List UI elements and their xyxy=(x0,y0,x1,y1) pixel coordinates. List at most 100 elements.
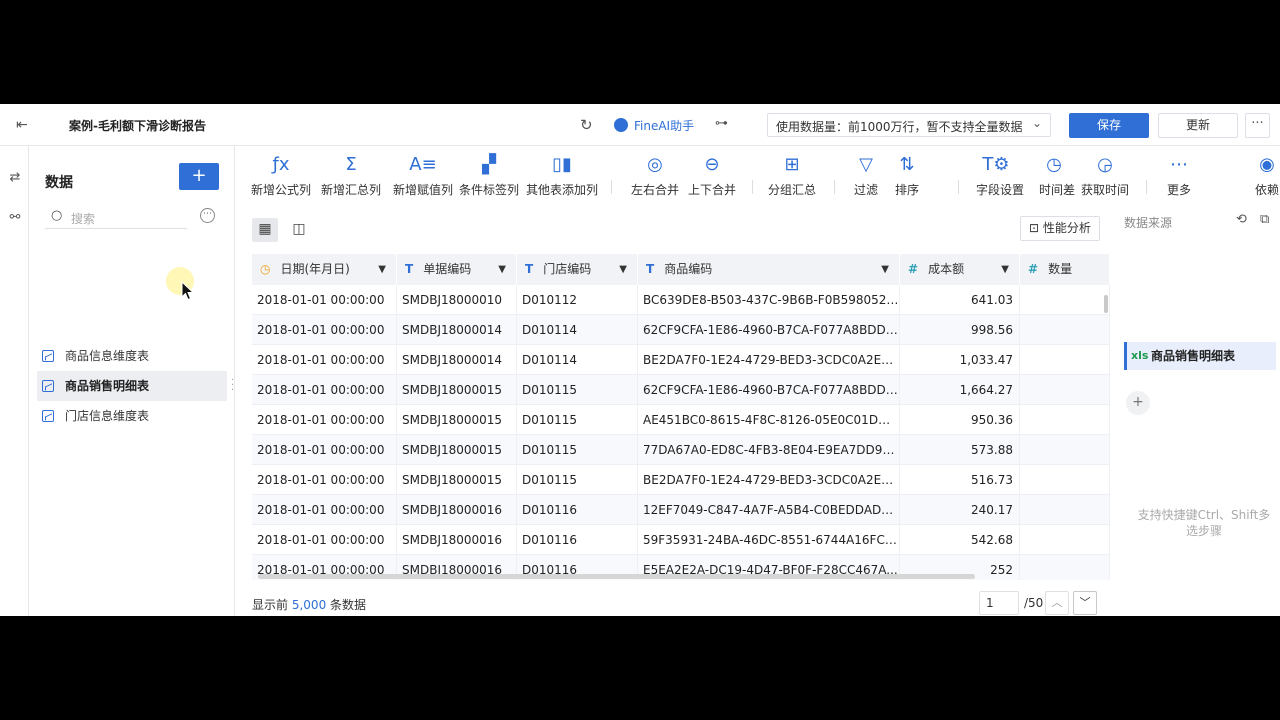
table-cell[interactable]: 641.03 xyxy=(900,285,1020,315)
table-cell[interactable] xyxy=(1020,435,1110,465)
column-header[interactable]: T 单据编码 ▼ xyxy=(397,254,517,285)
toolbar-fx-button[interactable]: ƒx 新增公式列 xyxy=(248,153,314,198)
save-button[interactable]: 保存 xyxy=(1069,113,1149,138)
table-cell[interactable]: SMDBJ18000014 xyxy=(397,315,517,345)
grid-view-icon[interactable]: ▦ xyxy=(252,218,278,242)
caret-down-icon[interactable]: ▼ xyxy=(881,254,889,285)
toolbar-add-column-button[interactable]: ▯▮ 其他表添加列 xyxy=(526,153,598,198)
add-step-button[interactable]: + xyxy=(1126,391,1150,415)
table-cell[interactable]: SMDBJ18000014 xyxy=(397,345,517,375)
add-data-button[interactable]: + xyxy=(179,163,219,190)
table-cell[interactable]: SMDBJ18000010 xyxy=(397,285,517,315)
table-cell[interactable]: 2018-01-01 00:00:00 xyxy=(252,315,397,345)
toolbar-time-diff-button[interactable]: ◷ 时间差 xyxy=(1039,153,1075,198)
table-cell[interactable]: 2018-01-01 00:00:00 xyxy=(252,285,397,315)
table-cell[interactable]: 62CF9CFA-1E86-4960-B7CA-F077A8BDD5... xyxy=(638,375,900,405)
table-cell[interactable]: 1,033.47 xyxy=(900,345,1020,375)
table-cell[interactable] xyxy=(1020,495,1110,525)
table-cell[interactable]: 12EF7049-C847-4A7F-A5B4-C0BEDDADA... xyxy=(638,495,900,525)
table-cell[interactable]: D010115 xyxy=(517,465,638,495)
layout-view-icon[interactable]: ◫ xyxy=(286,218,312,242)
toolbar-assign-button[interactable]: A≡ 新增赋值列 xyxy=(389,153,457,198)
table-cell[interactable]: D010114 xyxy=(517,315,638,345)
toolbar-more-button[interactable]: ⋯ 更多 xyxy=(1164,153,1194,198)
table-cell[interactable]: BE2DA7F0-1E24-4729-BED3-3CDC0A2E4... xyxy=(638,465,900,495)
table-cell[interactable]: 2018-01-01 00:00:00 xyxy=(252,465,397,495)
history-icon[interactable]: ⟲ xyxy=(1236,212,1247,227)
table-cell[interactable]: SMDBJ18000016 xyxy=(397,495,517,525)
table-cell[interactable]: 2018-01-01 00:00:00 xyxy=(252,375,397,405)
table-cell[interactable]: SMDBJ18000015 xyxy=(397,435,517,465)
data-source-step[interactable]: xls 商品销售明细表 xyxy=(1124,342,1276,370)
toolbar-merge-tb-button[interactable]: ⊖ 上下合并 xyxy=(687,153,737,198)
table-cell[interactable] xyxy=(1020,345,1110,375)
table-cell[interactable]: D010114 xyxy=(517,345,638,375)
column-header[interactable]: # 数量 xyxy=(1020,254,1110,285)
table-cell[interactable]: 542.68 xyxy=(900,525,1020,555)
performance-analysis-button[interactable]: ⊡ 性能分析 xyxy=(1020,216,1100,241)
table-cell[interactable] xyxy=(1020,375,1110,405)
table-cell[interactable]: 1,664.27 xyxy=(900,375,1020,405)
column-header[interactable]: # 成本额 ▼ xyxy=(900,254,1020,285)
caret-down-icon[interactable]: ▼ xyxy=(498,254,506,285)
table-cell[interactable]: 2018-01-01 00:00:00 xyxy=(252,405,397,435)
table-cell[interactable]: 950.36 xyxy=(900,405,1020,435)
table-cell[interactable]: AE451BC0-8615-4F8C-8126-05E0C01DDF24 xyxy=(638,405,900,435)
table-cell[interactable] xyxy=(1020,285,1110,315)
table-cell[interactable]: 573.88 xyxy=(900,435,1020,465)
toolbar-group-summary-button[interactable]: ⊞ 分组汇总 xyxy=(767,153,817,198)
table-cell[interactable]: D010115 xyxy=(517,405,638,435)
toolbar-condition-label-button[interactable]: ▞ 条件标签列 xyxy=(456,153,522,198)
table-cell[interactable]: D010116 xyxy=(517,525,638,555)
caret-down-icon[interactable]: ▼ xyxy=(1001,254,1009,285)
panel-resize-handle[interactable]: · · · xyxy=(231,376,234,396)
caret-down-icon[interactable]: ▼ xyxy=(378,254,386,285)
exit-icon[interactable]: ⇤ xyxy=(16,117,32,133)
fineai-button[interactable]: FineAI助手 xyxy=(614,117,694,134)
refresh-icon[interactable]: ↻ xyxy=(580,116,593,134)
table-cell[interactable]: D010115 xyxy=(517,375,638,405)
table-cell[interactable]: 516.73 xyxy=(900,465,1020,495)
toolbar-field-settings-button[interactable]: T⚙ 字段设置 xyxy=(976,153,1024,198)
table-cell[interactable]: 240.17 xyxy=(900,495,1020,525)
more-button[interactable]: ··· xyxy=(1245,113,1270,138)
table-cell[interactable]: SMDBJ18000015 xyxy=(397,405,517,435)
page-up-button[interactable]: ︿ xyxy=(1045,591,1069,615)
toolbar-sigma-button[interactable]: Σ 新增汇总列 xyxy=(319,153,383,198)
column-header[interactable]: T 门店编码 ▼ xyxy=(517,254,638,285)
toolbar-filter-button[interactable]: ▽ 过滤 xyxy=(851,153,881,198)
caret-down-icon[interactable]: ▼ xyxy=(619,254,627,285)
column-header[interactable]: T 商品编码 ▼ xyxy=(638,254,900,285)
update-button[interactable]: 更新 xyxy=(1158,113,1238,138)
table-cell[interactable] xyxy=(1020,405,1110,435)
table-cell[interactable]: 62CF9CFA-1E86-4960-B7CA-F077A8BDD5... xyxy=(638,315,900,345)
collapse-panel-icon[interactable]: ⧉ xyxy=(1260,212,1269,227)
horizontal-scrollbar[interactable] xyxy=(258,574,975,579)
table-cell[interactable]: 2018-01-01 00:00:00 xyxy=(252,435,397,465)
data-usage-select[interactable]: 使用数据量：前1000万行，暂不支持全量数据 ⌄ xyxy=(767,113,1051,137)
page-down-button[interactable]: ﹀ xyxy=(1073,591,1097,615)
table-cell[interactable]: D010112 xyxy=(517,285,638,315)
column-header[interactable]: ◷ 日期(年月日) ▼ xyxy=(252,254,397,285)
table-cell[interactable]: 998.56 xyxy=(900,315,1020,345)
toolbar-dependency-button[interactable]: ◉ 依赖 xyxy=(1252,153,1280,198)
table-cell[interactable] xyxy=(1020,555,1110,580)
toolbar-merge-lr-button[interactable]: ◎ 左右合并 xyxy=(630,153,680,198)
table-cell[interactable] xyxy=(1020,525,1110,555)
table-item[interactable]: 门店信息维度表 xyxy=(37,401,227,431)
table-cell[interactable] xyxy=(1020,465,1110,495)
table-cell[interactable]: SMDBJ18000015 xyxy=(397,465,517,495)
table-cell[interactable]: 77DA67A0-ED8C-4FB3-8E04-E9EA7DD96... xyxy=(638,435,900,465)
search-input[interactable]: ○ 搜索 xyxy=(45,205,187,229)
table-cell[interactable]: BC639DE8-B503-437C-9B6B-F0B598052A65 xyxy=(638,285,900,315)
toolbar-get-time-button[interactable]: ◶ 获取时间 xyxy=(1079,153,1131,198)
table-cell[interactable]: D010115 xyxy=(517,435,638,465)
toolbar-sort-button[interactable]: ⇅ 排序 xyxy=(892,153,922,198)
table-cell[interactable]: 2018-01-01 00:00:00 xyxy=(252,495,397,525)
mode-toggle-icon[interactable]: ⊶ xyxy=(715,116,728,131)
table-item[interactable]: 商品销售明细表 xyxy=(37,371,227,401)
page-number-input[interactable]: 1 xyxy=(979,591,1019,615)
table-item[interactable]: 商品信息维度表 xyxy=(37,341,227,371)
table-cell[interactable]: 59F35931-24BA-46DC-8551-6744A16FC87B xyxy=(638,525,900,555)
table-cell[interactable]: 2018-01-01 00:00:00 xyxy=(252,525,397,555)
